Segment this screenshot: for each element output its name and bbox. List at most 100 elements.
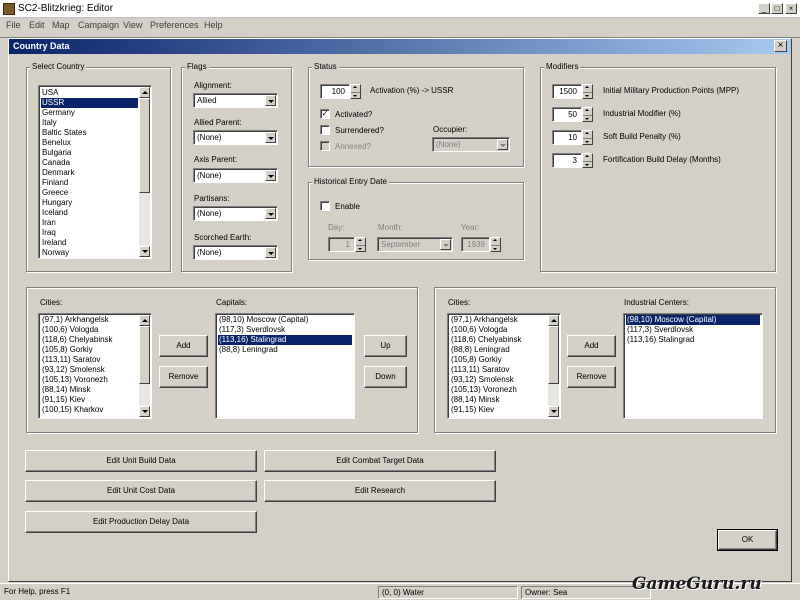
industrial-center-item[interactable]: (98,10) Moscow (Capital)	[626, 315, 760, 325]
country-item[interactable]: Baltic States	[41, 128, 86, 138]
city-item[interactable]: (88,14) Minsk	[41, 385, 90, 395]
activated-checkbox[interactable]: ✓	[320, 109, 330, 119]
enable-entry-checkbox[interactable]	[320, 201, 330, 211]
city-item[interactable]: (100,6) Vologda	[450, 325, 508, 335]
country-item[interactable]: Bulgaria	[41, 148, 71, 158]
menu-help[interactable]: Help	[204, 20, 223, 30]
scorched-earth-dropdown[interactable]: (None)	[193, 245, 278, 260]
spin-up-icon[interactable]	[583, 85, 592, 91]
country-item[interactable]: Denmark	[41, 168, 74, 178]
edit-combat-target-button[interactable]: Edit Combat Target Data	[264, 450, 496, 472]
remove-industrial-button[interactable]: Remove	[567, 366, 616, 388]
spin-down-icon[interactable]	[356, 245, 365, 251]
industrial-centers-list[interactable]: (98,10) Moscow (Capital) (117,3) Sverdlo…	[623, 313, 763, 419]
menu-edit[interactable]: Edit	[29, 20, 45, 30]
alignment-dropdown[interactable]: Allied	[193, 93, 278, 108]
country-item[interactable]: Ireland	[41, 238, 66, 248]
city-item[interactable]: (105,8) Gorkiy	[450, 355, 502, 365]
year-spinner[interactable]	[490, 237, 501, 252]
country-item[interactable]: USSR	[41, 98, 138, 108]
maximize-button[interactable]: □	[771, 3, 783, 14]
menu-preferences[interactable]: Preferences	[150, 20, 199, 30]
move-up-button[interactable]: Up	[364, 335, 407, 357]
country-item[interactable]: Finland	[41, 178, 68, 188]
close-app-button[interactable]: ×	[785, 3, 797, 14]
add-industrial-button[interactable]: Add	[567, 335, 616, 357]
capital-item[interactable]: (88,8) Leningrad	[218, 345, 278, 355]
spin-down-icon[interactable]	[583, 115, 592, 121]
scroll-up-icon[interactable]	[139, 87, 150, 98]
activation-input[interactable]: 100	[320, 84, 350, 99]
capital-item[interactable]: (98,10) Moscow (Capital)	[218, 315, 308, 325]
country-list-scrollbar[interactable]	[139, 87, 150, 257]
chevron-down-icon[interactable]	[265, 170, 276, 181]
menu-map[interactable]: Map	[52, 20, 70, 30]
soft-build-spinner[interactable]	[582, 130, 593, 145]
edit-research-button[interactable]: Edit Research	[264, 480, 496, 502]
country-item[interactable]: Hungary	[41, 198, 72, 208]
scroll-thumb[interactable]	[139, 326, 150, 384]
industrial-cities-scrollbar[interactable]	[548, 315, 559, 417]
chevron-down-icon[interactable]	[265, 208, 276, 219]
year-input[interactable]: 1939	[461, 237, 490, 252]
city-item[interactable]: (105,8) Gorkiy	[41, 345, 93, 355]
minimize-button[interactable]: _	[758, 3, 770, 14]
city-item[interactable]: (88,8) Leningrad	[450, 345, 510, 355]
spin-up-icon[interactable]	[583, 131, 592, 137]
chevron-down-icon[interactable]	[265, 132, 276, 143]
spin-down-icon[interactable]	[583, 138, 592, 144]
industrial-cities-list[interactable]: (97,1) Arkhangelsk (100,6) Vologda (118,…	[447, 313, 561, 419]
city-item[interactable]: (91,15) Kiev	[41, 395, 85, 405]
menu-file[interactable]: File	[6, 20, 21, 30]
allied-parent-dropdown[interactable]: (None)	[193, 130, 278, 145]
country-item[interactable]: Benelux	[41, 138, 71, 148]
dialog-close-button[interactable]: ×	[774, 40, 787, 52]
spin-down-icon[interactable]	[583, 92, 592, 98]
spin-up-icon[interactable]	[583, 108, 592, 114]
axis-parent-dropdown[interactable]: (None)	[193, 168, 278, 183]
day-input[interactable]: 1	[328, 237, 355, 252]
chevron-down-icon[interactable]	[497, 139, 508, 150]
city-item[interactable]: (93,12) Smolensk	[450, 375, 514, 385]
spin-up-icon[interactable]	[491, 238, 500, 244]
city-item[interactable]: (113,11) Saratov	[41, 355, 100, 365]
city-item[interactable]: (100,15) Kharkov	[41, 405, 103, 415]
chevron-down-icon[interactable]	[265, 95, 276, 106]
country-item[interactable]: USA	[41, 88, 58, 98]
mpp-input[interactable]: 1500	[552, 84, 582, 99]
move-down-button[interactable]: Down	[364, 366, 407, 388]
city-item[interactable]: (88,14) Minsk	[450, 395, 499, 405]
city-item[interactable]: (105,13) Voronezh	[450, 385, 517, 395]
scroll-down-icon[interactable]	[139, 406, 150, 417]
capitals-cities-list[interactable]: (97,1) Arkhangelsk (100,6) Vologda (118,…	[38, 313, 152, 419]
edit-unit-build-button[interactable]: Edit Unit Build Data	[25, 450, 257, 472]
city-item[interactable]: (105,13) Voronezh	[41, 375, 108, 385]
country-list[interactable]: USA USSR Germany Italy Baltic States Ben…	[38, 85, 152, 259]
spin-down-icon[interactable]	[351, 92, 360, 98]
city-item[interactable]: (97,1) Arkhangelsk	[41, 315, 109, 325]
industrial-center-item[interactable]: (113,16) Stalingrad	[626, 335, 694, 345]
spin-down-icon[interactable]	[491, 245, 500, 251]
country-item[interactable]: Iran	[41, 218, 56, 228]
industrial-modifier-spinner[interactable]	[582, 107, 593, 122]
partisans-dropdown[interactable]: (None)	[193, 206, 278, 221]
fortification-delay-spinner[interactable]	[582, 153, 593, 168]
spin-up-icon[interactable]	[356, 238, 365, 244]
industrial-center-item[interactable]: (117,3) Sverdlovsk	[626, 325, 693, 335]
activation-spinner[interactable]	[350, 84, 361, 99]
capital-item[interactable]: (113,16) Stalingrad	[218, 335, 352, 345]
capitals-list[interactable]: (98,10) Moscow (Capital) (117,3) Sverdlo…	[215, 313, 355, 419]
scroll-up-icon[interactable]	[548, 315, 559, 326]
edit-unit-cost-button[interactable]: Edit Unit Cost Data	[25, 480, 257, 502]
country-item[interactable]: Germany	[41, 108, 75, 118]
industrial-modifier-input[interactable]: 50	[552, 107, 582, 122]
menu-campaign[interactable]: Campaign	[78, 20, 119, 30]
city-item[interactable]: (113,11) Saratov	[450, 365, 509, 375]
day-spinner[interactable]	[355, 237, 366, 252]
city-item[interactable]: (118,6) Chelyabinsk	[41, 335, 113, 345]
add-capital-button[interactable]: Add	[159, 335, 208, 357]
surrendered-checkbox[interactable]	[320, 125, 330, 135]
country-item[interactable]: Norway	[41, 248, 69, 258]
country-item[interactable]: Greece	[41, 188, 68, 198]
city-item[interactable]: (91,15) Kiev	[450, 405, 494, 415]
